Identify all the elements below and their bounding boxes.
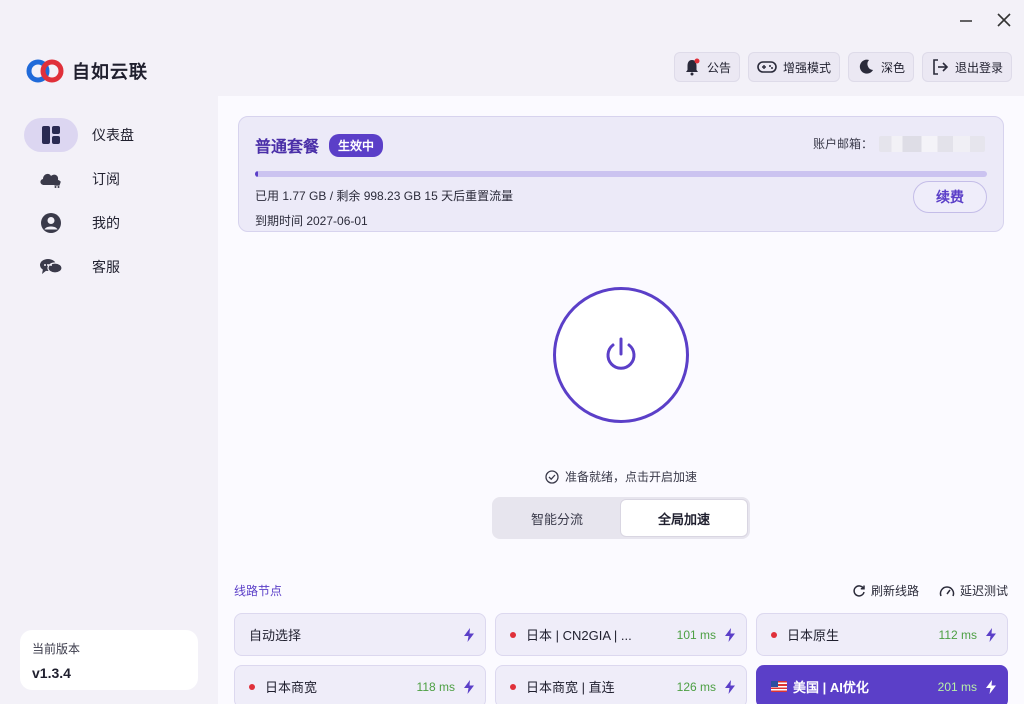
- user-icon: [41, 213, 61, 233]
- latency-test-button[interactable]: 延迟测试: [939, 582, 1008, 599]
- refresh-nodes-button[interactable]: 刷新线路: [852, 582, 919, 599]
- expire-text: 到期时间 2027-06-01: [255, 214, 368, 228]
- lightning-icon: [986, 627, 996, 642]
- sidebar-item-support[interactable]: 客服: [24, 250, 194, 284]
- minimize-button[interactable]: [954, 8, 978, 32]
- node-name: 日本商宽 | 直连: [526, 680, 615, 695]
- connection-status: 准备就绪，点击开启加速: [218, 468, 1024, 485]
- mode-toggle: 智能分流 全局加速: [492, 497, 750, 539]
- refresh-icon: [853, 584, 865, 597]
- latency-test-label: 延迟测试: [959, 584, 1008, 598]
- version-card: 当前版本 v1.3.4: [20, 630, 198, 690]
- version-value: v1.3.4: [32, 665, 71, 681]
- renew-button[interactable]: 续费: [913, 181, 987, 213]
- lightning-icon: [725, 627, 735, 642]
- power-button[interactable]: [553, 287, 689, 423]
- brand: 自如云联: [26, 58, 148, 84]
- account-email: 账户邮箱：: [813, 135, 985, 152]
- enhanced-mode-button[interactable]: 增强模式: [747, 52, 840, 82]
- node-latency: 126 ms: [676, 679, 716, 694]
- dark-mode-label: 深色: [880, 60, 905, 75]
- notice-button[interactable]: 公告: [673, 52, 740, 82]
- chain-link-logo: [26, 59, 64, 83]
- main-content: 普通套餐 生效中 账户邮箱： 已用 1.77 GB / 剩余 998.23 GB…: [218, 96, 1024, 704]
- sidebar-item-label: 我的: [92, 215, 120, 231]
- sidebar-item-profile[interactable]: 我的: [24, 206, 194, 240]
- node-name: 日本 | CN2GIA | ...: [526, 628, 632, 643]
- node-latency: 101 ms: [676, 627, 716, 642]
- node-latency: 201 ms: [937, 679, 977, 694]
- sidebar-item-dashboard[interactable]: 仪表盘: [24, 118, 194, 152]
- sidebar-item-label: 订阅: [92, 171, 120, 187]
- email-masked-value: [879, 135, 985, 152]
- node-status-dot: [771, 631, 777, 638]
- node-name: 日本商宽: [265, 680, 318, 695]
- brand-name: 自如云联: [72, 62, 148, 82]
- minimize-icon: [960, 20, 972, 22]
- status-text: 准备就绪，点击开启加速: [564, 470, 697, 484]
- node-name: 日本原生: [787, 628, 840, 643]
- chat-icon: [40, 259, 63, 274]
- speedometer-icon: [939, 585, 955, 596]
- dark-mode-button[interactable]: 深色: [847, 52, 914, 82]
- usage-progress-bar: [255, 171, 987, 177]
- enhanced-mode-label: 增强模式: [782, 60, 831, 75]
- node-name: 自动选择: [249, 628, 302, 643]
- email-label: 账户邮箱：: [812, 137, 873, 151]
- sidebar-item-subscription[interactable]: 订阅: [24, 162, 194, 196]
- mode-global[interactable]: 全局加速: [620, 499, 748, 537]
- usage-progress-fill: [255, 171, 258, 177]
- close-button[interactable]: [992, 8, 1016, 32]
- us-flag-icon: [771, 681, 787, 692]
- sidebar-nav: 仪表盘 订阅 我的 客服: [24, 118, 194, 294]
- logout-button[interactable]: 退出登录: [921, 52, 1012, 82]
- bell-icon: [685, 58, 700, 76]
- nodes-header: 线路节点 刷新线路 延迟测试: [234, 582, 1008, 599]
- node-card[interactable]: 日本商宽 118 ms: [234, 665, 486, 704]
- dashboard-icon: [42, 126, 60, 144]
- status-badge: 生效中: [329, 133, 384, 157]
- node-card[interactable]: 美国 | AI优化 201 ms: [756, 665, 1008, 704]
- window-controls: [954, 8, 1016, 32]
- power-icon: [606, 337, 636, 370]
- node-status-dot: [249, 683, 255, 690]
- node-name: 美国 | AI优化: [793, 680, 869, 695]
- close-icon: [997, 13, 1011, 27]
- lightning-icon: [464, 627, 474, 642]
- gamepad-icon: [757, 61, 777, 73]
- node-card[interactable]: 日本商宽 | 直连 126 ms: [495, 665, 747, 704]
- sidebar-item-label: 客服: [92, 259, 120, 275]
- node-card[interactable]: 自动选择: [234, 613, 486, 656]
- node-card[interactable]: 日本原生 112 ms: [756, 613, 1008, 656]
- sidebar-item-label: 仪表盘: [92, 127, 134, 143]
- lightning-icon: [464, 679, 474, 694]
- logout-label: 退出登录: [954, 60, 1003, 75]
- node-grid: 自动选择 日本 | CN2GIA | ... 101 ms 日本原生 112 ms 日本商…: [234, 613, 1008, 704]
- refresh-label: 刷新线路: [870, 584, 919, 598]
- node-status-dot: [510, 631, 516, 638]
- notice-label: 公告: [706, 60, 731, 75]
- plan-title: 普通套餐: [255, 139, 320, 156]
- lightning-icon: [986, 679, 996, 694]
- node-latency: 118 ms: [416, 679, 455, 694]
- cloud-cart-icon: [40, 173, 61, 188]
- version-label: 当前版本: [32, 642, 81, 656]
- logout-icon: [933, 59, 949, 75]
- sidebar: 自如云联 仪表盘 订阅 我的 客服 当前版本 v1.3.4: [0, 0, 218, 704]
- moon-icon: [859, 59, 873, 74]
- node-card[interactable]: 日本 | CN2GIA | ... 101 ms: [495, 613, 747, 656]
- usage-text: 已用 1.77 GB / 剩余 998.23 GB 15 天后重置流量: [255, 189, 514, 203]
- nodes-title: 线路节点: [234, 584, 283, 598]
- mode-smart-split[interactable]: 智能分流: [494, 499, 620, 537]
- node-status-dot: [510, 683, 516, 690]
- plan-card: 普通套餐 生效中 账户邮箱： 已用 1.77 GB / 剩余 998.23 GB…: [238, 116, 1004, 232]
- node-latency: 112 ms: [938, 627, 977, 642]
- check-circle-icon: [545, 469, 559, 484]
- lightning-icon: [725, 679, 735, 694]
- header-toolbar: 公告 增强模式 深色 退出登录: [673, 52, 1012, 82]
